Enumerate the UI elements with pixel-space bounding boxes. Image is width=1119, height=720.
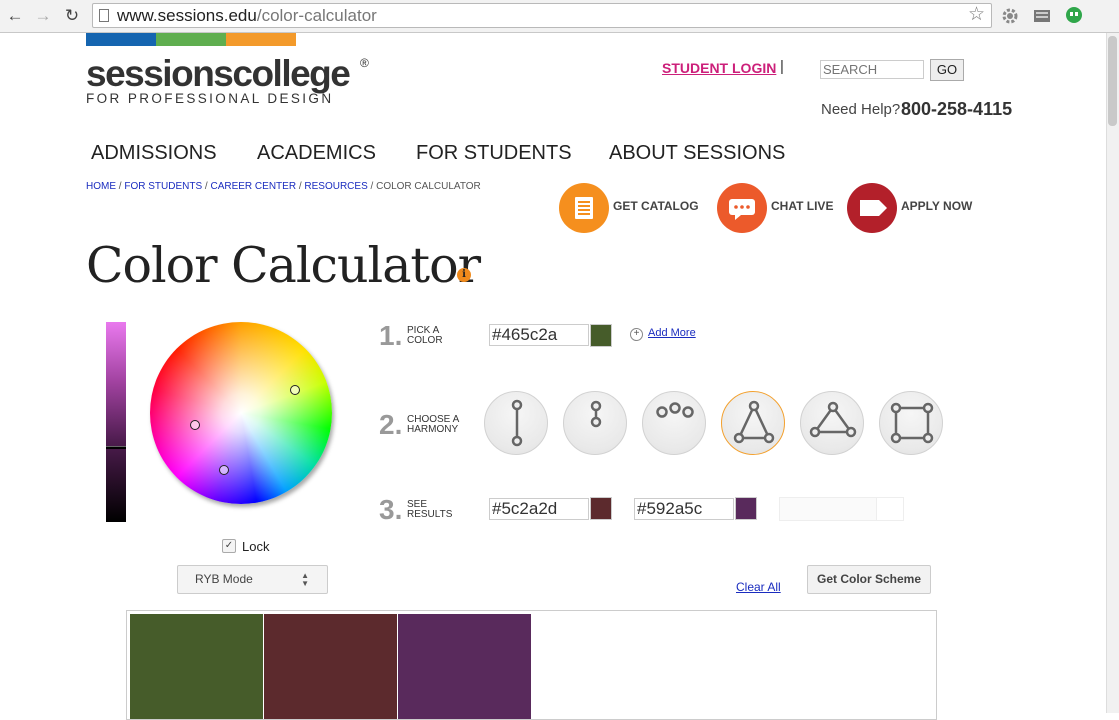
reload-icon[interactable]: ↻ [62, 6, 82, 26]
base-color-swatch[interactable] [590, 324, 612, 347]
step-1-label-line2: COLOR [407, 335, 443, 346]
breadcrumb-separator: / [367, 181, 377, 192]
step-1-number: 1. [379, 320, 403, 351]
color-wheel-marker-primary[interactable] [290, 385, 300, 395]
back-icon[interactable]: ← [5, 6, 25, 26]
page-icon [99, 9, 109, 22]
tetrad-icon [890, 402, 934, 444]
harmony-triad-button[interactable] [721, 391, 785, 455]
complementary-icon [511, 399, 523, 447]
add-more-icon[interactable]: + [630, 328, 643, 341]
apply-now-button[interactable] [847, 183, 897, 233]
breadcrumb-for-students[interactable]: FOR STUDENTS [124, 181, 202, 192]
student-login-link[interactable]: STUDENT LOGIN [662, 60, 776, 76]
harmony-complementary-button[interactable] [484, 391, 548, 455]
harmony-analogous-button[interactable] [642, 391, 706, 455]
add-more-link[interactable]: Add More [648, 327, 696, 339]
harmony-split-complementary-button[interactable] [800, 391, 864, 455]
get-catalog-button[interactable] [559, 183, 609, 233]
search-input[interactable] [820, 60, 924, 79]
triad-icon [733, 400, 775, 444]
result-color-swatch-2[interactable] [735, 497, 757, 520]
tag-arrow-icon [860, 200, 887, 216]
url-text: www.sessions.edu/color-calculator [117, 6, 377, 26]
breadcrumb-home[interactable]: HOME [86, 181, 116, 192]
lock-label: Lock [242, 539, 270, 554]
apply-now-label[interactable]: APPLY NOW [901, 199, 972, 213]
scheme-swatch-1[interactable] [130, 614, 263, 719]
address-bar[interactable]: www.sessions.edu/color-calculator ☆ [92, 3, 992, 28]
scrollbar-thumb[interactable] [1108, 36, 1117, 126]
color-wheel[interactable] [150, 322, 332, 504]
logo-stripe-blue [86, 33, 156, 46]
help-label: Need Help? [821, 101, 901, 118]
color-wheel-marker[interactable] [219, 465, 229, 475]
header-separator: | [780, 58, 784, 75]
empty-result-slot [779, 497, 904, 521]
step-2-label: CHOOSE A HARMONY [407, 415, 459, 435]
empty-result-swatch [876, 498, 903, 520]
color-wheel-marker[interactable] [190, 420, 200, 430]
chat-live-label[interactable]: CHAT LIVE [771, 199, 833, 213]
monochromatic-icon [590, 400, 602, 428]
page-title: Color Calculator [86, 237, 481, 294]
chat-live-button[interactable] [717, 183, 767, 233]
forward-icon[interactable]: → [33, 6, 53, 26]
hangouts-extension-icon[interactable] [1064, 6, 1084, 26]
registered-mark: ® [360, 56, 369, 70]
nav-about-sessions[interactable]: ABOUT SESSIONS [609, 142, 785, 165]
select-arrows-icon: ▲ ▼ [301, 571, 309, 588]
step-3-number: 3. [379, 494, 403, 525]
step-2-label-line2: HARMONY [407, 424, 459, 435]
chat-bubble-icon [729, 199, 755, 220]
split-complementary-icon [809, 401, 857, 438]
nav-for-students[interactable]: FOR STUDENTS [416, 142, 572, 165]
search-go-button[interactable]: GO [930, 59, 964, 81]
url-path: /color-calculator [256, 6, 377, 25]
help-phone[interactable]: 800-258-4115 [901, 99, 1012, 120]
step-1-label: PICK A COLOR [407, 326, 443, 346]
harmony-tetrad-button[interactable] [879, 391, 943, 455]
analogous-icon [656, 402, 694, 418]
result-color-swatch-1[interactable] [590, 497, 612, 520]
get-catalog-label[interactable]: GET CATALOG [613, 199, 699, 213]
nav-admissions[interactable]: ADMISSIONS [91, 142, 217, 165]
brightness-slider-handle[interactable] [106, 446, 126, 449]
page-scrollbar[interactable] [1106, 33, 1119, 713]
scheme-swatch-3[interactable] [398, 614, 531, 719]
info-icon[interactable]: i [457, 268, 471, 282]
scheme-swatch-2[interactable] [264, 614, 397, 719]
clear-all-link[interactable]: Clear All [736, 580, 781, 594]
nav-academics[interactable]: ACADEMICS [257, 142, 376, 165]
logo-stripe-green [156, 33, 226, 46]
breadcrumb-career-center[interactable]: CAREER CENTER [210, 181, 296, 192]
result-color-hex-2[interactable]: #592a5c [634, 498, 734, 520]
bookmark-star-icon[interactable]: ☆ [968, 5, 985, 25]
harmony-monochromatic-button[interactable] [563, 391, 627, 455]
catalog-icon [575, 197, 593, 219]
keyboard-extension-icon[interactable] [1032, 6, 1052, 26]
breadcrumb-current: COLOR CALCULATOR [376, 181, 481, 192]
result-color-hex-1[interactable]: #5c2a2d [489, 498, 589, 520]
breadcrumb-resources[interactable]: RESOURCES [304, 181, 367, 192]
breadcrumb: HOME / FOR STUDENTS / CAREER CENTER / RE… [86, 181, 481, 192]
url-host: www.sessions.edu [117, 6, 257, 25]
step-3-label-line2: RESULTS [407, 509, 453, 520]
color-mode-value: RYB Mode [195, 572, 253, 586]
settings-extension-icon[interactable] [1000, 6, 1020, 26]
base-color-hex-input[interactable]: #465c2a [489, 324, 589, 346]
logo[interactable]: sessionscollege [86, 53, 351, 95]
step-2-number: 2. [379, 409, 403, 440]
logo-tagline: FOR PROFESSIONAL DESIGN [86, 91, 334, 106]
brightness-slider[interactable] [106, 322, 126, 522]
lock-checkbox[interactable]: ✓ [222, 539, 236, 553]
get-color-scheme-button[interactable]: Get Color Scheme [807, 565, 931, 594]
color-mode-select[interactable]: RYB Mode ▲ ▼ [177, 565, 328, 594]
logo-stripe-orange [226, 33, 296, 46]
step-3-label: SEE RESULTS [407, 500, 452, 520]
